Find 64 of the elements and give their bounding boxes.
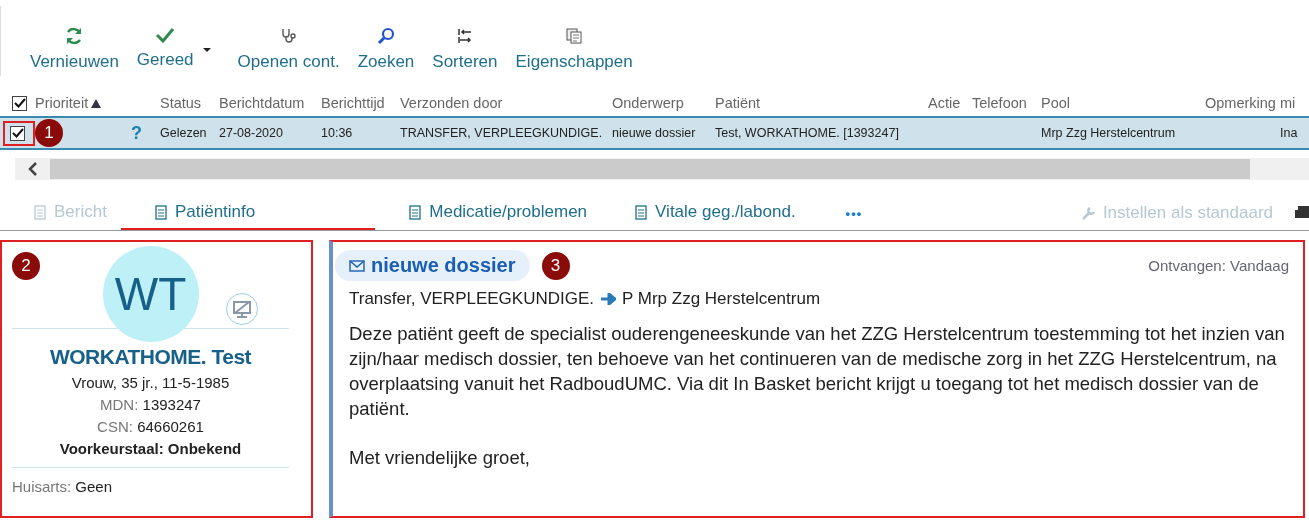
message-paragraph: Deze patiënt geeft de specialist ouderengeneeskunde van het ZZG Herstelcentrum toestemming tot het inzien van zijn/haar medisch dossier, ten behoeve van het continueren van de medische zorg in het ZZG Herstelcentrum, na overplaatsing vanuit het RadboudUMC. Via dit In Basket bericht krijgt u toegang tot het medisch dossier van de patiënt. — [349, 322, 1286, 421]
tab[interactable]: Vitale geg./labond. — [631, 196, 810, 230]
patient-name: WORKATHOME. Test — [49, 345, 252, 369]
table-cell: Ina — [1280, 126, 1298, 140]
documents-icon — [564, 26, 585, 46]
column-header[interactable]: Pool — [1041, 95, 1071, 111]
priority-icon: ? — [131, 122, 142, 144]
column-header[interactable]: mi — [1280, 95, 1296, 111]
annotation-badge: 3 — [541, 251, 570, 280]
sender-name: Transfer, VERPLEEGKUNDIGE. — [349, 289, 594, 309]
document-icon — [34, 204, 46, 220]
right-arrow-icon — [600, 293, 616, 305]
column-header[interactable]: Onderwerp — [612, 95, 684, 111]
patient-id: MDN: 1393247 — [100, 396, 201, 413]
received-date: Ontvangen: Vandaag — [1148, 257, 1289, 274]
toolbar-button[interactable]: Vernieuwen — [21, 26, 128, 72]
search-icon — [375, 26, 396, 46]
column-header[interactable]: Status — [160, 95, 202, 111]
avatar: WT — [102, 246, 199, 342]
tab[interactable]: Medicatie/problemen — [405, 196, 602, 230]
monitor-crossed-icon[interactable] — [225, 292, 259, 326]
table-cell: Gelezen — [160, 126, 207, 140]
document-icon — [409, 204, 422, 220]
table-cell: Test, WORKATHOME. [1393247] — [715, 126, 899, 140]
toolbar-button[interactable]: Zoeken — [348, 26, 424, 72]
message-paragraph: Met vriendelijke groet, — [349, 446, 531, 470]
preferred-language: Voorkeurstaal: Onbekend — [12, 440, 289, 468]
column-header[interactable]: Telefoon — [972, 95, 1027, 111]
toolbar-button[interactable]: Gereed — [127, 26, 203, 70]
tab[interactable]: Patiëntinfo — [120, 196, 376, 230]
toolbar-button[interactable]: Eigenschappen — [506, 26, 642, 72]
column-header[interactable]: Actie — [928, 95, 961, 111]
patient-id: CSN: 64660261 — [97, 418, 204, 435]
recipient-name: P Mrp Zzg Herstelcentrum — [622, 289, 821, 309]
annotation-badge: 1 — [35, 119, 63, 147]
message-row[interactable]: 1 ? Gelezen 27-08-2020 10:36 TRANSFER, VERPLEEGKUNDIGE. nieuwe dossier Test, WORKATHOME. [1393247] Mrp Zzg Herstelcentrum Ina — [0, 116, 1309, 150]
column-header[interactable]: Patiënt — [715, 95, 761, 111]
patient-details: Vrouw, 35 jr., 11-5-1985 — [71, 374, 230, 391]
column-header[interactable]: Opmerking — [1205, 95, 1276, 111]
checkmark-icon — [155, 26, 176, 44]
column-header[interactable]: Prioriteit — [35, 95, 89, 111]
document-icon — [154, 204, 167, 220]
table-cell: TRANSFER, VERPLEEGKUNDIGE. — [400, 126, 603, 140]
scroll-left-icon[interactable] — [27, 162, 38, 176]
wrench-icon — [1080, 205, 1097, 221]
table-cell: 27-08-2020 — [219, 126, 283, 140]
general-practitioner: Huisarts: Geen — [12, 478, 113, 495]
more-button[interactable]: ••• — [839, 204, 869, 222]
select-all-checkbox[interactable] — [12, 95, 27, 111]
document-icon — [635, 204, 648, 220]
column-header[interactable]: Berichtdatum — [219, 95, 305, 111]
column-header[interactable]: Berichttijd — [321, 95, 385, 111]
toolbar-button[interactable]: Sorteren — [423, 26, 507, 72]
horizontal-scrollbar[interactable] — [15, 158, 1309, 180]
column-header[interactable]: Verzonden door — [400, 95, 503, 111]
annotation-badge: 2 — [12, 252, 40, 280]
envelope-icon — [349, 259, 365, 272]
table-cell: Mrp Zzg Herstelcentrum — [1041, 126, 1176, 140]
dropdown-caret-icon[interactable] — [202, 48, 211, 52]
row-checkbox[interactable] — [10, 125, 25, 141]
table-cell: 10:36 — [321, 126, 353, 140]
message-subject: nieuwe dossier — [335, 250, 530, 281]
table-cell: nieuwe dossier — [612, 126, 696, 140]
toolbar-button[interactable]: Openen cont. — [228, 26, 349, 72]
